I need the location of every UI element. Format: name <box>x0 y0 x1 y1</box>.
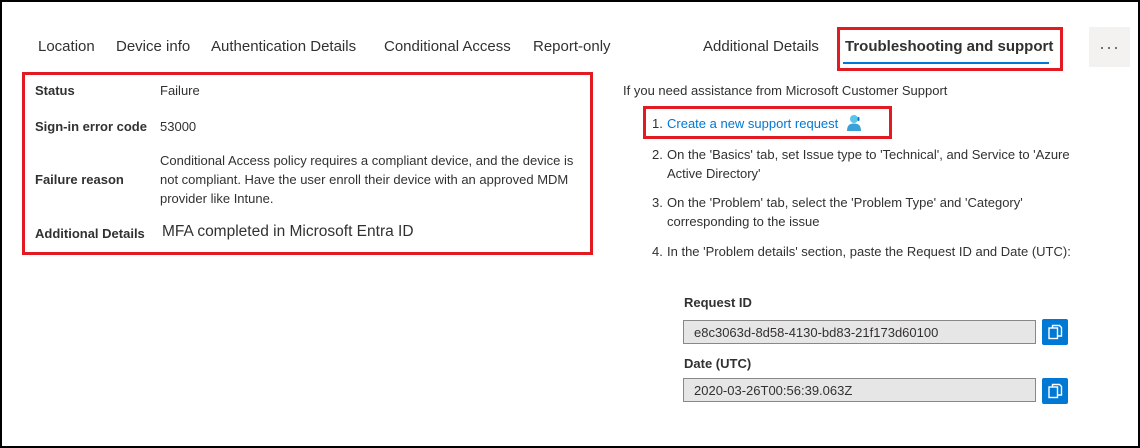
status-value: Failure <box>160 83 200 98</box>
copy-request-id-button[interactable] <box>1042 319 1068 345</box>
tab-additional-details[interactable]: Additional Details <box>703 38 819 55</box>
support-step-3: 3. On the 'Problem' tab, select the 'Pro… <box>652 193 1077 231</box>
support-intro-text: If you need assistance from Microsoft Cu… <box>623 83 948 98</box>
step-number: 1. <box>652 116 663 131</box>
sign-in-error-code-label: Sign-in error code <box>35 119 147 134</box>
date-utc-label: Date (UTC) <box>684 356 752 371</box>
create-support-request-link[interactable]: Create a new support request <box>667 116 838 131</box>
step-number: 3. <box>652 195 663 210</box>
support-step-1: 1. Create a new support request <box>652 114 1077 136</box>
support-person-icon <box>846 114 862 136</box>
copy-date-button[interactable] <box>1042 378 1068 404</box>
sign-in-error-code-value: 53000 <box>160 119 197 134</box>
active-tab-indicator <box>843 62 1049 64</box>
tab-troubleshooting-and-support[interactable]: Troubleshooting and support <box>845 38 1053 55</box>
request-id-field[interactable] <box>683 320 1036 344</box>
failure-reason-value: Conditional Access policy requires a com… <box>160 153 574 206</box>
copy-icon <box>1048 383 1063 399</box>
request-id-label: Request ID <box>684 295 752 310</box>
step-number: 2. <box>652 147 663 162</box>
support-step-2: 2. On the 'Basics' tab, set Issue type t… <box>652 145 1077 183</box>
failure-reason-label: Failure reason <box>35 172 124 187</box>
date-utc-field[interactable] <box>683 378 1036 402</box>
tab-location[interactable]: Location <box>38 38 95 55</box>
tab-device-info[interactable]: Device info <box>116 38 190 55</box>
additional-details-value: MFA completed in Microsoft Entra ID <box>162 223 414 240</box>
step-text: On the 'Problem' tab, select the 'Proble… <box>667 195 1023 229</box>
tab-report-only[interactable]: Report-only <box>533 38 611 55</box>
copy-icon <box>1048 324 1063 340</box>
more-options-button[interactable]: ··· <box>1089 27 1130 67</box>
step-text: On the 'Basics' tab, set Issue type to '… <box>667 147 1070 181</box>
support-step-4: 4. In the 'Problem details' section, pas… <box>652 242 1077 261</box>
step-number: 4. <box>652 244 663 259</box>
status-label: Status <box>35 83 75 98</box>
tab-conditional-access[interactable]: Conditional Access <box>384 38 511 55</box>
tab-authentication-details[interactable]: Authentication Details <box>211 38 356 55</box>
additional-details-label: Additional Details <box>35 226 145 241</box>
step-text: In the 'Problem details' section, paste … <box>667 244 1071 259</box>
